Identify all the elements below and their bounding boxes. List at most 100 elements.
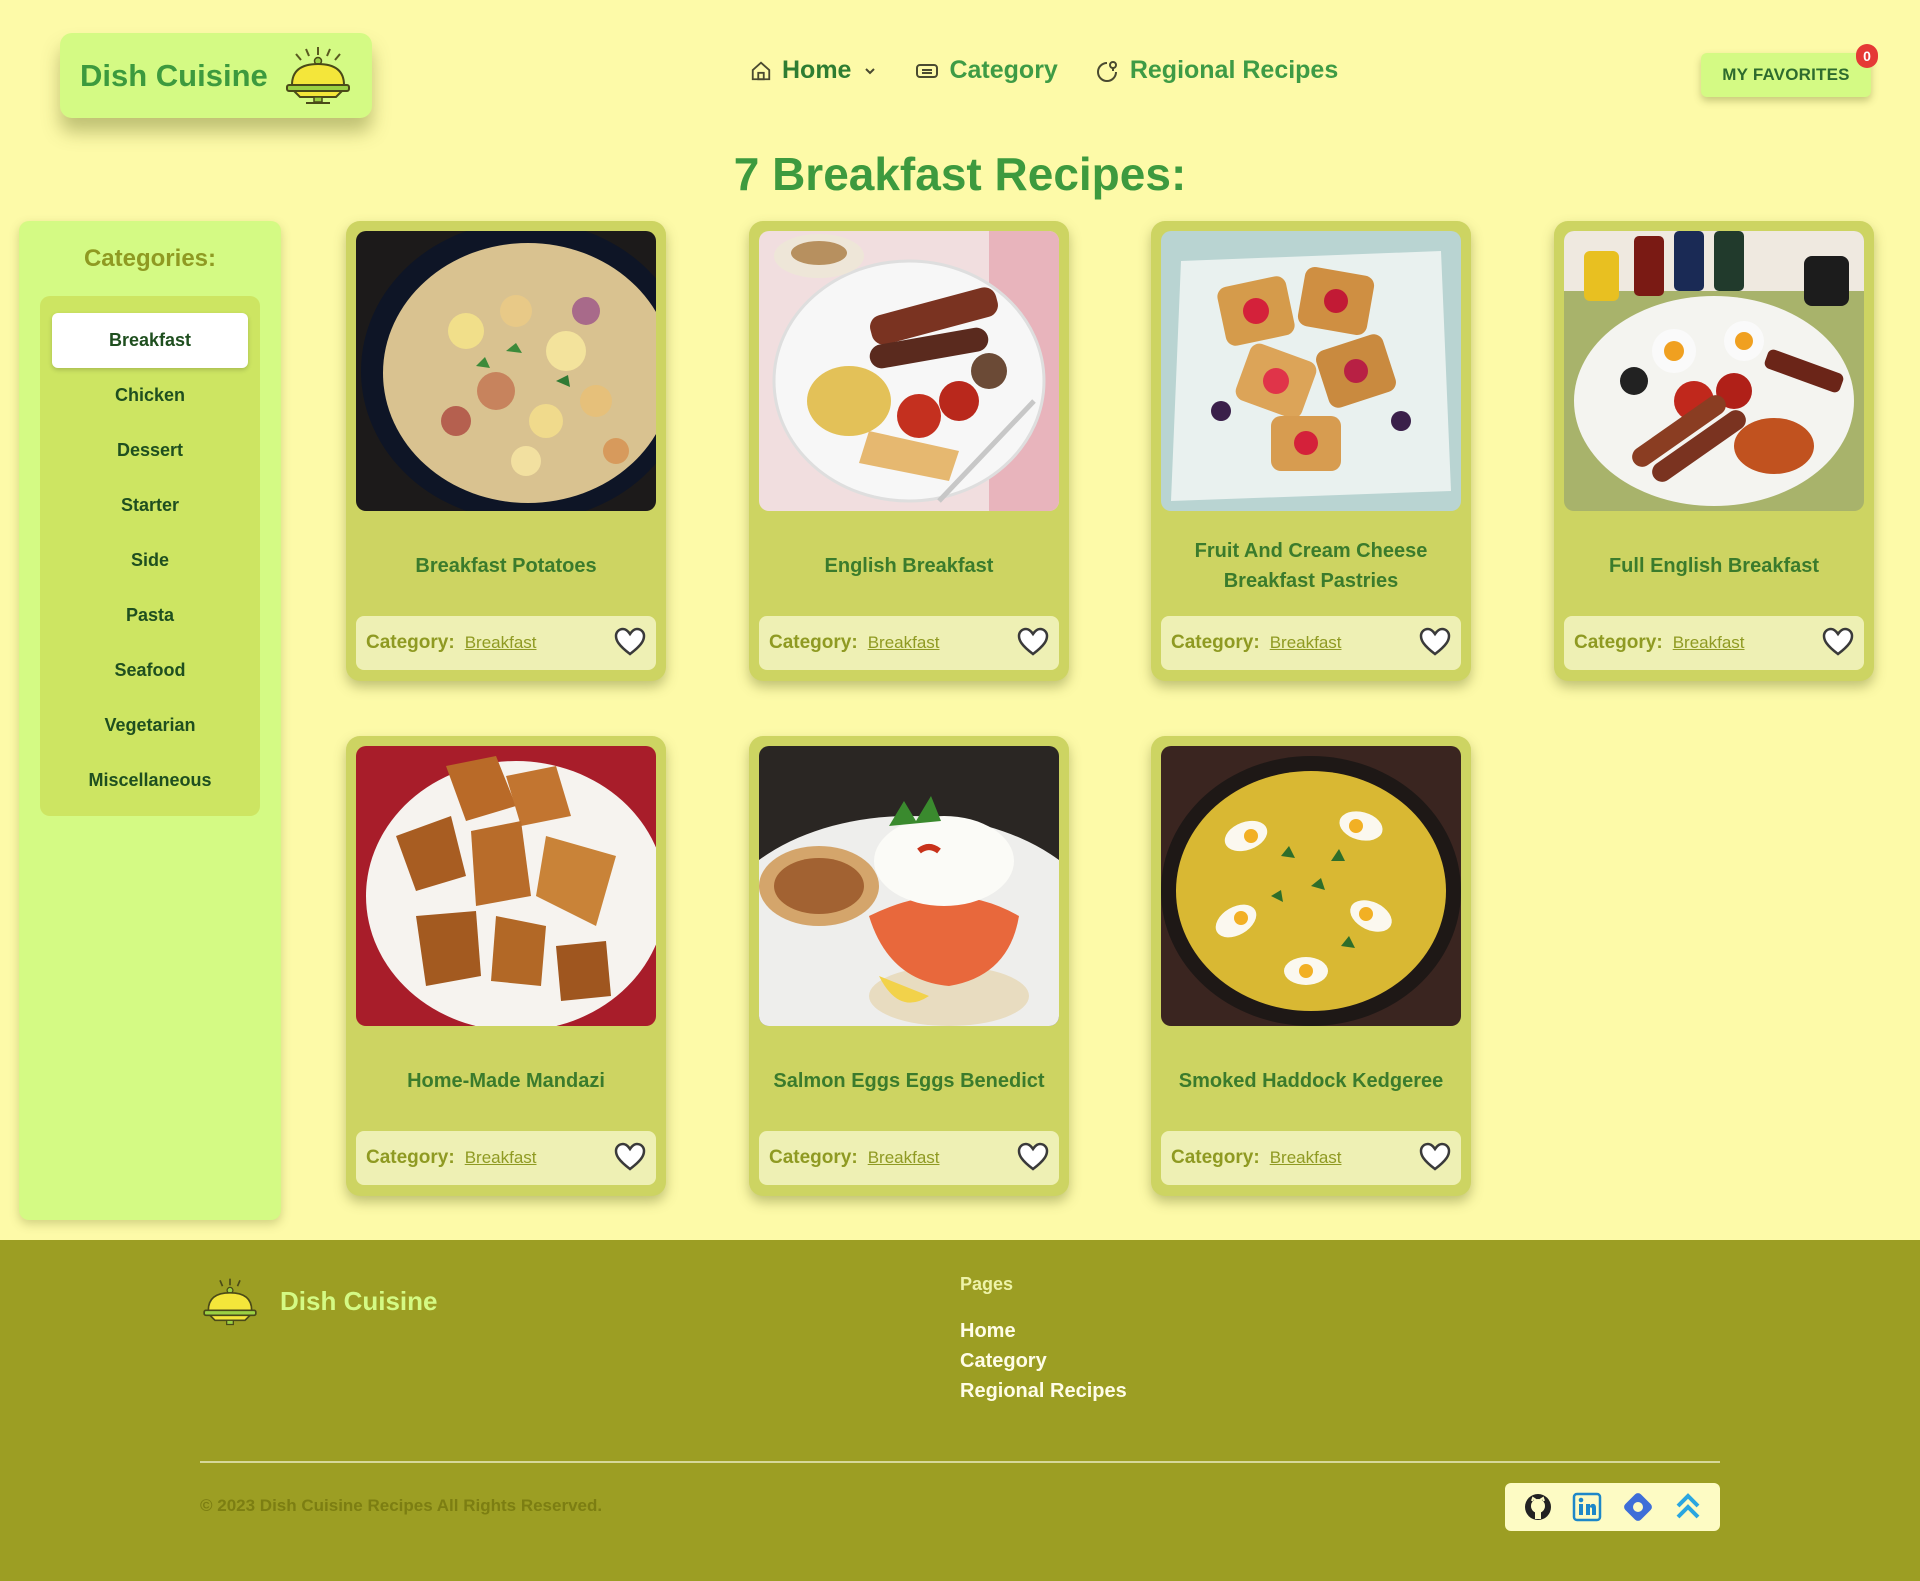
english-breakfast-plate-photo [759,231,1059,511]
brand-logo[interactable]: Dish Cuisine [60,33,372,118]
mandazi-photo [356,746,656,1026]
category-link[interactable]: Breakfast [465,633,537,653]
footer-brand-name[interactable]: Dish Cuisine [280,1286,437,1317]
site-footer: Dish Cuisine Pages Home Category Regiona… [0,1240,1920,1581]
recipe-image[interactable] [356,231,656,511]
heart-icon[interactable] [1822,627,1854,657]
category-label: Category: [1574,632,1663,653]
recipe-title[interactable]: Home-Made Mandazi [356,1036,656,1126]
recipe-image[interactable] [1161,231,1461,511]
category-label: Category: [1171,632,1260,653]
sidebar-item-dessert[interactable]: Dessert [52,423,248,478]
nav-regional-recipes-label: Regional Recipes [1129,56,1339,84]
sidebar-item-side[interactable]: Side [52,533,248,588]
recipe-title[interactable]: English Breakfast [759,521,1059,611]
potatoes-skillet-photo [356,231,656,511]
recipe-card-footer: Category: Breakfast [1161,616,1461,670]
sidebar-title: Categories: [83,245,217,272]
cloche-logo-icon [203,1278,257,1326]
footer-link-category[interactable]: Category [960,1346,1127,1376]
portfolio-icon[interactable] [1621,1490,1655,1524]
sidebar-item-vegetarian[interactable]: Vegetarian [52,698,248,753]
recipe-card-footer: Category: Breakfast [1564,616,1864,670]
category-label: Category: [366,1147,455,1168]
favorites-count-badge: 0 [1856,44,1878,68]
category-icon [916,63,939,78]
footer-pages-list: Home Category Regional Recipes [960,1316,1127,1406]
cloche-logo-icon [286,47,350,104]
recipe-title[interactable]: Breakfast Potatoes [356,521,656,611]
nav-home[interactable]: Home [750,56,877,85]
heart-icon[interactable] [1017,627,1049,657]
brand-name: Dish Cuisine [80,57,268,93]
salmon-benedict-photo [759,746,1059,1026]
footer-pages-heading: Pages [960,1274,1014,1294]
recipe-card-footer: Category: Breakfast [356,616,656,670]
main-nav: Home Category Regional Recipes [750,56,1376,85]
recipe-image[interactable] [759,231,1059,511]
category-link[interactable]: Breakfast [1270,633,1342,653]
category-label: Category: [1171,1147,1260,1168]
nav-category[interactable]: Category [915,56,1058,85]
scroll-top-icon[interactable] [1674,1492,1702,1522]
recipe-card[interactable]: Salmon Eggs Eggs Benedict Category: Brea… [749,736,1069,1196]
recipe-image[interactable] [356,746,656,1026]
sidebar-item-pasta[interactable]: Pasta [52,588,248,643]
recipe-card-footer: Category: Breakfast [759,616,1059,670]
heart-icon[interactable] [1419,1142,1451,1172]
recipe-title[interactable]: Smoked Haddock Kedgeree [1161,1036,1461,1126]
category-link[interactable]: Breakfast [868,633,940,653]
heart-icon[interactable] [614,627,646,657]
globe-pin-icon [1096,60,1117,82]
copyright-text: © 2023 Dish Cuisine Recipes All Rights R… [200,1496,603,1515]
recipe-image[interactable] [759,746,1059,1026]
recipe-card[interactable]: Fruit And Cream Cheese Breakfast Pastrie… [1151,221,1471,681]
chevron-down-icon [865,67,876,74]
recipe-image[interactable] [1161,746,1461,1026]
my-favorites-button[interactable]: MY FAVORITES [1701,53,1871,97]
sidebar-item-seafood[interactable]: Seafood [52,643,248,698]
social-links [1505,1483,1720,1531]
category-label: Category: [366,632,455,653]
recipe-card[interactable]: Smoked Haddock Kedgeree Category: Breakf… [1151,736,1471,1196]
sidebar-item-breakfast[interactable]: Breakfast [52,313,248,368]
sidebar-item-miscellaneous[interactable]: Miscellaneous [52,753,248,808]
category-link[interactable]: Breakfast [1270,1148,1342,1168]
recipe-card[interactable]: Breakfast Potatoes Category: Breakfast [346,221,666,681]
recipe-card-footer: Category: Breakfast [1161,1131,1461,1185]
category-link[interactable]: Breakfast [465,1148,537,1168]
sidebar-item-chicken[interactable]: Chicken [52,368,248,423]
kedgeree-pan-photo [1161,746,1461,1026]
category-link[interactable]: Breakfast [868,1148,940,1168]
nav-regional-recipes[interactable]: Regional Recipes [1096,56,1338,85]
category-list: Breakfast Chicken Dessert Starter Side P… [40,296,260,816]
page-title: 7 Breakfast Recipes: [733,148,1187,200]
recipe-card[interactable]: English Breakfast Category: Breakfast [749,221,1069,681]
recipe-card[interactable]: Full English Breakfast Category: Breakfa… [1554,221,1874,681]
footer-link-regional-recipes[interactable]: Regional Recipes [960,1376,1127,1406]
footer-divider [200,1461,1720,1463]
recipe-card[interactable]: Home-Made Mandazi Category: Breakfast [346,736,666,1196]
categories-sidebar: Categories: Breakfast Chicken Dessert St… [19,221,281,1220]
recipe-card-footer: Category: Breakfast [356,1131,656,1185]
nav-category-label: Category [949,56,1058,84]
recipe-card-footer: Category: Breakfast [759,1131,1059,1185]
category-label: Category: [769,632,858,653]
home-icon [751,61,771,80]
recipe-image[interactable] [1564,231,1864,511]
linkedin-icon[interactable] [1572,1492,1602,1522]
category-link[interactable]: Breakfast [1673,633,1745,653]
recipe-title[interactable]: Salmon Eggs Eggs Benedict [759,1036,1059,1126]
sidebar-item-starter[interactable]: Starter [52,478,248,533]
heart-icon[interactable] [614,1142,646,1172]
nav-home-label: Home [782,56,852,84]
heart-icon[interactable] [1419,627,1451,657]
recipe-title[interactable]: Full English Breakfast [1564,521,1864,611]
fruit-pastries-photo [1161,231,1461,511]
github-icon[interactable] [1523,1492,1553,1522]
heart-icon[interactable] [1017,1142,1049,1172]
full-english-plate-photo [1564,231,1864,511]
footer-link-home[interactable]: Home [960,1316,1127,1346]
recipe-title[interactable]: Fruit And Cream Cheese Breakfast Pastrie… [1161,521,1461,611]
category-label: Category: [769,1147,858,1168]
